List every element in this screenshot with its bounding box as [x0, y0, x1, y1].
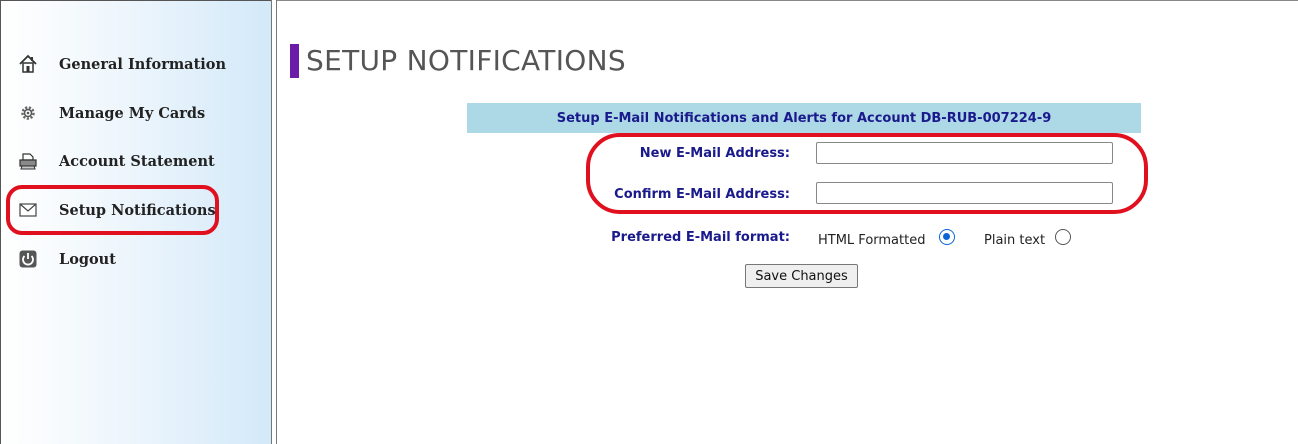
sidebar-item-label: Account Statement [59, 152, 215, 170]
html-formatted-label: HTML Formatted [818, 233, 926, 248]
frame-top-border [277, 0, 1298, 1]
printer-icon [17, 150, 39, 172]
envelope-icon [17, 199, 39, 221]
confirm-email-label: Confirm E-Mail Address: [614, 187, 790, 202]
page-title: SETUP NOTIFICATIONS [306, 44, 626, 77]
sidebar-item-setup-notifications[interactable]: Setup Notifications [17, 198, 216, 222]
save-changes-button[interactable]: Save Changes [745, 264, 858, 288]
plain-text-label: Plain text [984, 233, 1046, 248]
sidebar-item-account-statement[interactable]: Account Statement [17, 149, 215, 173]
form-header-text: Setup E-Mail Notifications and Alerts fo… [556, 110, 1052, 126]
sidebar-item-label: Setup Notifications [59, 201, 216, 219]
new-email-label: New E-Mail Address: [639, 146, 790, 161]
sidebar-item-label: Manage My Cards [59, 104, 206, 122]
sidebar: General Information Manage My Cards Acco… [0, 0, 271, 444]
confirm-email-input[interactable] [816, 182, 1113, 204]
sidebar-item-general-information[interactable]: General Information [17, 52, 226, 76]
form-header: Setup E-Mail Notifications and Alerts fo… [467, 103, 1141, 133]
html-formatted-radio[interactable] [939, 229, 955, 245]
sidebar-item-label: General Information [59, 55, 226, 73]
sidebar-item-label: Logout [59, 250, 116, 268]
power-icon [17, 248, 39, 270]
new-email-input[interactable] [816, 142, 1113, 164]
frame-divider [271, 0, 277, 444]
email-format-label: Preferred E-Mail format: [611, 230, 790, 245]
gear-icon [17, 102, 39, 124]
sidebar-item-logout[interactable]: Logout [17, 247, 116, 271]
title-accent-bar [290, 44, 299, 78]
sidebar-item-manage-my-cards[interactable]: Manage My Cards [17, 101, 205, 125]
home-icon [17, 53, 39, 75]
plain-text-radio[interactable] [1055, 229, 1071, 245]
